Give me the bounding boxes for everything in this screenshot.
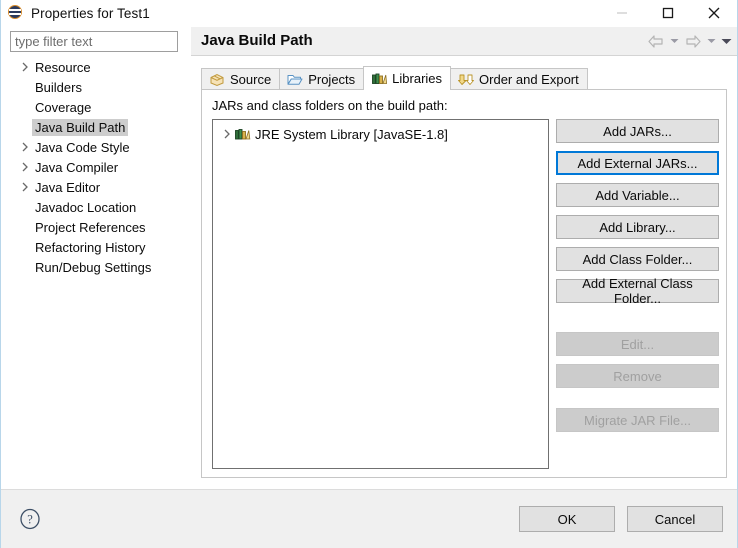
pane-header: Java Build Path <box>191 27 737 56</box>
sidebar-item-builders[interactable]: Builders <box>6 77 184 97</box>
filter-input[interactable] <box>10 31 178 52</box>
chevron-right-icon[interactable] <box>18 142 32 152</box>
sidebar-item-label: Resource <box>35 59 91 75</box>
forward-button[interactable] <box>683 31 703 51</box>
close-icon <box>708 7 720 19</box>
sidebar-item-label: Refactoring History <box>35 239 146 255</box>
sidebar-item-javadoc-location[interactable]: Javadoc Location <box>6 197 184 217</box>
sidebar-item-java-build-path[interactable]: Java Build Path <box>6 117 184 137</box>
sidebar-item-label: Run/Debug Settings <box>35 259 152 275</box>
button-group-spacer <box>556 311 719 332</box>
tab-libraries[interactable]: Libraries <box>363 66 452 90</box>
chevron-right-icon[interactable] <box>18 182 32 192</box>
back-button[interactable] <box>646 31 666 51</box>
add-external-class-folder-button[interactable]: Add External Class Folder... <box>556 276 719 306</box>
add-library-button[interactable]: Add Library... <box>556 215 719 239</box>
window-title: Properties for Test1 <box>31 5 150 21</box>
chevron-down-icon <box>721 38 732 44</box>
minimize-button[interactable] <box>599 0 645 26</box>
sidebar-item-resource[interactable]: Resource <box>6 57 184 77</box>
forward-history-button[interactable] <box>705 31 718 51</box>
sidebar-item-label: Java Build Path <box>32 118 129 136</box>
add-variable-button[interactable]: Add Variable... <box>556 183 719 207</box>
maximize-button[interactable] <box>645 0 691 26</box>
chevron-right-icon[interactable] <box>18 162 32 172</box>
maximize-icon <box>662 7 674 19</box>
back-history-button[interactable] <box>668 31 681 51</box>
sidebar-item-project-references[interactable]: Project References <box>6 217 184 237</box>
back-arrow-icon <box>648 34 663 48</box>
tab-order-and-export[interactable]: Order and Export <box>450 68 588 90</box>
source-package-icon <box>209 72 225 87</box>
sidebar-item-label: Coverage <box>35 99 92 115</box>
libraries-list[interactable]: JRE System Library [JavaSE-1.8] <box>212 119 549 469</box>
ok-button[interactable]: OK <box>519 506 615 532</box>
chevron-down-icon <box>707 39 716 43</box>
build-path-tabs: Source Projects Libraries Order and Expo… <box>201 66 588 90</box>
list-item[interactable]: JRE System Library [JavaSE-1.8] <box>213 124 548 144</box>
sidebar-item-label: Java Editor <box>35 179 101 195</box>
libraries-panel: JARs and class folders on the build path… <box>201 89 727 478</box>
title-bar: Properties for Test1 <box>1 0 737 26</box>
sidebar-item-run-debug-settings[interactable]: Run/Debug Settings <box>6 257 184 277</box>
eclipse-icon <box>8 5 24 21</box>
footer-buttons: OK Cancel <box>519 506 723 532</box>
properties-dialog: Properties for Test1 type filter text Re… <box>0 0 738 548</box>
edit-button[interactable]: Edit... <box>556 332 719 356</box>
sidebar-item-label: Javadoc Location <box>35 199 137 215</box>
sidebar-item-label: Java Compiler <box>35 159 119 175</box>
button-group-spacer <box>556 396 719 408</box>
books-icon <box>371 71 388 86</box>
migrate-jar-file-button[interactable]: Migrate JAR File... <box>556 408 719 432</box>
forward-arrow-icon <box>686 34 701 48</box>
books-icon <box>234 127 251 142</box>
close-button[interactable] <box>691 0 737 26</box>
tab-source[interactable]: Source <box>201 68 281 90</box>
settings-tree: Resource Builders Coverage Java Build Pa… <box>6 57 184 487</box>
sidebar-item-coverage[interactable]: Coverage <box>6 97 184 117</box>
tab-projects[interactable]: Projects <box>279 68 365 90</box>
chevron-down-icon <box>670 39 679 43</box>
view-menu-button[interactable] <box>720 31 733 51</box>
sidebar-item-java-code-style[interactable]: Java Code Style <box>6 137 184 157</box>
pane-navigation <box>646 31 733 51</box>
cancel-button[interactable]: Cancel <box>627 506 723 532</box>
help-button[interactable]: ? <box>19 508 41 530</box>
help-icon: ? <box>20 508 40 530</box>
sidebar-item-refactoring-history[interactable]: Refactoring History <box>6 237 184 257</box>
tab-label: Source <box>230 72 272 87</box>
sidebar-item-java-compiler[interactable]: Java Compiler <box>6 157 184 177</box>
tab-label: Libraries <box>392 71 443 86</box>
sidebar-item-label: Java Code Style <box>35 139 130 155</box>
chevron-right-icon[interactable] <box>219 129 234 139</box>
folder-icon <box>287 72 303 87</box>
dialog-footer: ? OK Cancel <box>1 489 737 548</box>
chevron-right-icon[interactable] <box>18 62 32 72</box>
libraries-button-column: Add JARs... Add External JARs... Add Var… <box>556 119 719 440</box>
add-jars-button[interactable]: Add JARs... <box>556 119 719 143</box>
list-item-label: JRE System Library [JavaSE-1.8] <box>255 126 448 142</box>
tab-underline <box>201 89 727 90</box>
sidebar-item-label: Project References <box>35 219 146 235</box>
page-title: Java Build Path <box>201 32 313 49</box>
add-external-jars-button[interactable]: Add External JARs... <box>556 151 719 175</box>
sidebar-item-label: Builders <box>35 79 82 95</box>
tab-label: Order and Export <box>479 72 579 87</box>
order-export-icon <box>458 72 474 87</box>
remove-button[interactable]: Remove <box>556 364 719 388</box>
minimize-icon <box>617 12 627 14</box>
add-class-folder-button[interactable]: Add Class Folder... <box>556 247 719 271</box>
group-label: JARs and class folders on the build path… <box>212 98 448 113</box>
pane-content: Source Projects Libraries Order and Expo… <box>191 56 737 488</box>
svg-text:?: ? <box>27 513 33 527</box>
tab-label: Projects <box>308 72 356 87</box>
sidebar-item-java-editor[interactable]: Java Editor <box>6 177 184 197</box>
window-controls <box>599 0 737 26</box>
